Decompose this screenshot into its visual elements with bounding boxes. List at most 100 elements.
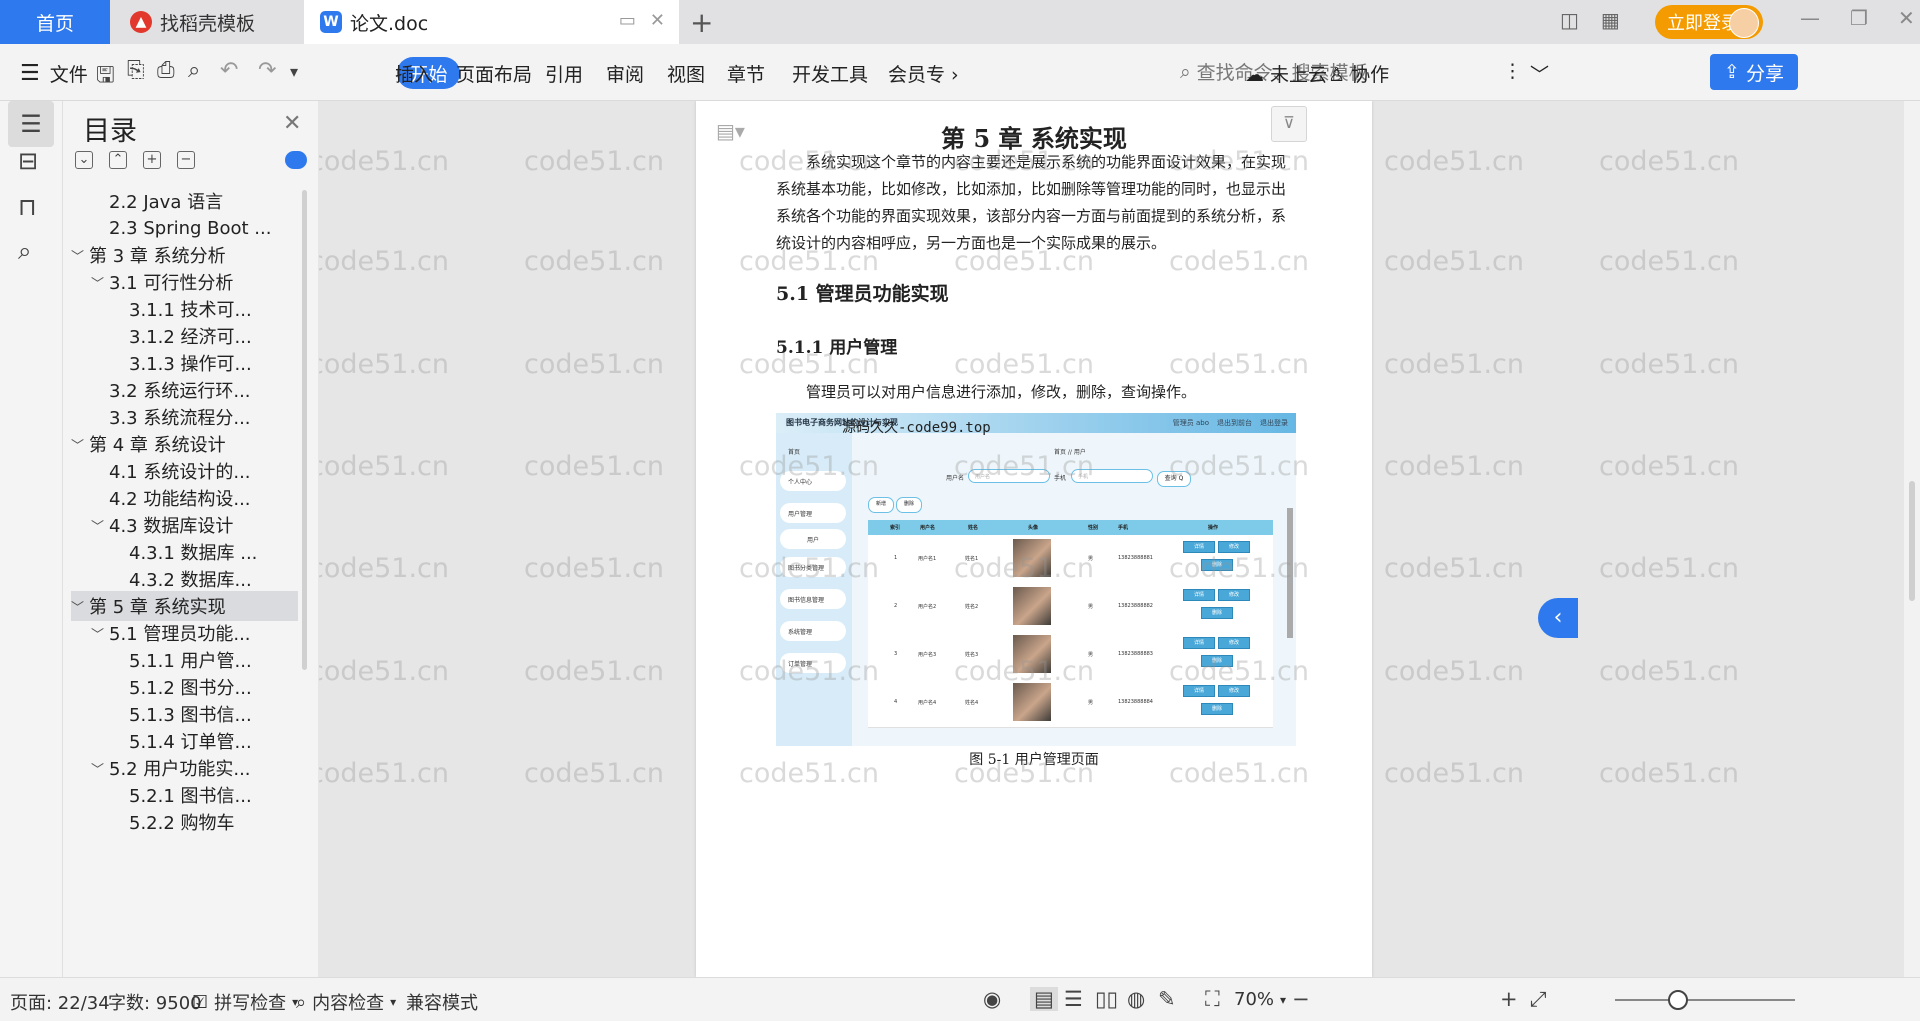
- zoom-slider[interactable]: [1615, 999, 1795, 1001]
- tab-chapter[interactable]: 章节: [727, 60, 765, 87]
- bookmark-icon[interactable]: ⊓: [18, 193, 37, 221]
- more-icon[interactable]: ⋮: [1503, 60, 1522, 82]
- tab-document[interactable]: W 论文.doc ▭ ✕: [304, 0, 679, 44]
- save-icon[interactable]: 🖫: [96, 58, 115, 96]
- eye-protection-icon[interactable]: ◉: [983, 987, 1001, 1011]
- figure-table-cell: 13823888882: [1118, 603, 1153, 609]
- toc-item[interactable]: 5.1.2 图书分...: [71, 672, 298, 702]
- expand-all-icon[interactable]: ⌄: [75, 151, 93, 169]
- chevron-down-icon[interactable]: ﹀: [71, 435, 89, 454]
- toc-item[interactable]: 2.2 Java 语言: [71, 186, 298, 216]
- toc-item[interactable]: 4.1 系统设计的...: [71, 456, 298, 486]
- print-preview-icon[interactable]: ⌕: [188, 58, 200, 83]
- toc-item[interactable]: 4.3.2 数据库...: [71, 564, 298, 594]
- document-page[interactable]: ▤▾ 第 5 章 系统实现 系统实现这个章节的内容主要还是展示系统的功能界面设计…: [696, 101, 1372, 977]
- toc-panel-icon[interactable]: ☰: [8, 101, 54, 147]
- spell-check-button[interactable]: ☑ 拼写检查 ▾: [192, 989, 298, 1015]
- content-check-button[interactable]: ⌕ 内容检查 ▾: [296, 989, 396, 1015]
- file-menu[interactable]: ☰ 文件: [20, 60, 88, 87]
- cloud-status[interactable]: ☁ 未上云: [1245, 60, 1327, 87]
- fit-page-icon[interactable]: ⛶: [1205, 987, 1220, 1012]
- toc-item[interactable]: ﹀ 第 5 章 系统实现: [71, 591, 298, 621]
- toc-item[interactable]: 4.3.1 数据库 ...: [71, 537, 298, 567]
- chevron-down-icon[interactable]: ﹀: [91, 273, 109, 292]
- toc-item[interactable]: 3.3 系统流程分...: [71, 402, 298, 432]
- close-icon[interactable]: ✕: [283, 111, 301, 136]
- word-count[interactable]: 字数: 9500: [108, 989, 202, 1015]
- web-view-icon[interactable]: ◍: [1127, 987, 1145, 1011]
- apps-grid-icon[interactable]: ▦: [1601, 8, 1620, 32]
- zoom-level[interactable]: 70% ▾: [1234, 989, 1286, 1010]
- close-tab-icon[interactable]: ✕: [650, 10, 665, 31]
- tab-review[interactable]: 审阅: [606, 60, 644, 87]
- toc-item[interactable]: 5.2.2 购物车: [71, 807, 298, 837]
- zoom-slider-handle[interactable]: [1668, 990, 1688, 1010]
- toc-item[interactable]: 5.1.3 图书信...: [71, 699, 298, 729]
- chevron-down-icon[interactable]: ﹀: [71, 597, 89, 616]
- tab-devtools[interactable]: 开发工具: [792, 60, 868, 87]
- tab-reference[interactable]: 引用: [545, 60, 583, 87]
- page-view-icon[interactable]: ▤: [1030, 987, 1058, 1011]
- print-icon[interactable]: ⎙: [157, 58, 175, 83]
- collab-button[interactable]: ♙ 协作: [1328, 60, 1389, 87]
- toc-item[interactable]: 5.1.4 订单管...: [71, 726, 298, 756]
- scroll-thumb[interactable]: [1909, 481, 1915, 601]
- side-panel-toggle-icon[interactable]: ‹: [1538, 598, 1578, 638]
- toc-scrollbar[interactable]: [302, 190, 307, 670]
- collapse-all-icon[interactable]: ⌃: [109, 151, 127, 169]
- toc-item[interactable]: 5.1.1 用户管...: [71, 645, 298, 675]
- add-heading-icon[interactable]: +: [143, 151, 161, 169]
- chevron-down-icon[interactable]: ﹀: [91, 624, 109, 643]
- toc-item[interactable]: ﹀ 5.2 用户功能实...: [71, 753, 298, 783]
- chevron-down-icon[interactable]: ﹀: [91, 759, 109, 778]
- restore-icon[interactable]: ❐: [1850, 6, 1868, 30]
- edit-pen-icon[interactable]: ✎: [1158, 987, 1176, 1011]
- toc-item[interactable]: 3.1.3 操作可...: [71, 348, 298, 378]
- split-view-icon[interactable]: ◫: [1560, 8, 1579, 32]
- toc-item[interactable]: 2.3 Spring Boot ...: [71, 213, 298, 243]
- more-dropdown-icon[interactable]: ▾: [290, 62, 298, 81]
- tab-member[interactable]: 会员专 ›: [888, 60, 959, 87]
- tab-view[interactable]: 视图: [667, 60, 705, 87]
- collapse-ribbon-icon[interactable]: ﹀: [1530, 60, 1549, 87]
- new-tab-button[interactable]: +: [690, 6, 713, 39]
- zoom-out-icon[interactable]: −: [1292, 987, 1310, 1011]
- redo-icon[interactable]: ↷: [258, 58, 276, 83]
- export-icon[interactable]: ⎘: [127, 58, 145, 83]
- outline-icon[interactable]: ⊟: [18, 147, 38, 175]
- ai-assistant-icon[interactable]: [285, 151, 307, 169]
- read-mode-icon[interactable]: ▯▯: [1095, 987, 1118, 1011]
- toc-item[interactable]: 5.2.1 图书信...: [71, 780, 298, 810]
- remove-heading-icon[interactable]: −: [177, 151, 195, 169]
- toc-item[interactable]: 3.1.2 经济可...: [71, 321, 298, 351]
- close-window-icon[interactable]: ✕: [1898, 6, 1915, 30]
- screen-icon[interactable]: ▭: [619, 10, 636, 31]
- minimize-icon[interactable]: —: [1800, 6, 1820, 30]
- zoom-in-icon[interactable]: +: [1500, 987, 1518, 1011]
- vertical-scrollbar[interactable]: [1904, 101, 1920, 977]
- fullscreen-icon[interactable]: ⤢: [1530, 987, 1547, 1012]
- chevron-down-icon[interactable]: ﹀: [91, 516, 109, 535]
- toc-item[interactable]: ﹀ 4.3 数据库设计: [71, 510, 298, 540]
- tab-insert[interactable]: 插入: [395, 60, 433, 87]
- toc-item[interactable]: 3.1.1 技术可...: [71, 294, 298, 324]
- tab-home[interactable]: 首页: [0, 0, 110, 44]
- figure-filter-label: 用户名: [946, 475, 965, 482]
- login-button[interactable]: 立即登录: [1655, 5, 1763, 39]
- figure-table-row: 3 用户名3 姓名3 男 13823888883 详情 修改 删除: [868, 631, 1273, 680]
- page-indicator[interactable]: 页面: 22/34: [10, 989, 110, 1015]
- share-button[interactable]: ⇪ 分享: [1710, 54, 1798, 90]
- filter-icon[interactable]: ⊽: [1271, 106, 1307, 142]
- tab-layout[interactable]: 页面布局: [456, 60, 532, 87]
- toc-item[interactable]: 3.2 系统运行环...: [71, 375, 298, 405]
- tab-template[interactable]: ▲ 找稻壳模板: [112, 0, 302, 44]
- find-icon[interactable]: ⌕: [18, 237, 31, 265]
- toc-item[interactable]: ﹀ 3.1 可行性分析: [71, 267, 298, 297]
- chevron-down-icon[interactable]: ﹀: [71, 246, 89, 265]
- toc-item[interactable]: ﹀ 第 4 章 系统设计: [71, 429, 298, 459]
- undo-icon[interactable]: ↶: [220, 58, 238, 83]
- toc-item[interactable]: 4.2 功能结构设...: [71, 483, 298, 513]
- outline-view-icon[interactable]: ☰: [1064, 987, 1083, 1011]
- toc-item[interactable]: ﹀ 5.1 管理员功能...: [71, 618, 298, 648]
- toc-item[interactable]: ﹀ 第 3 章 系统分析: [71, 240, 298, 270]
